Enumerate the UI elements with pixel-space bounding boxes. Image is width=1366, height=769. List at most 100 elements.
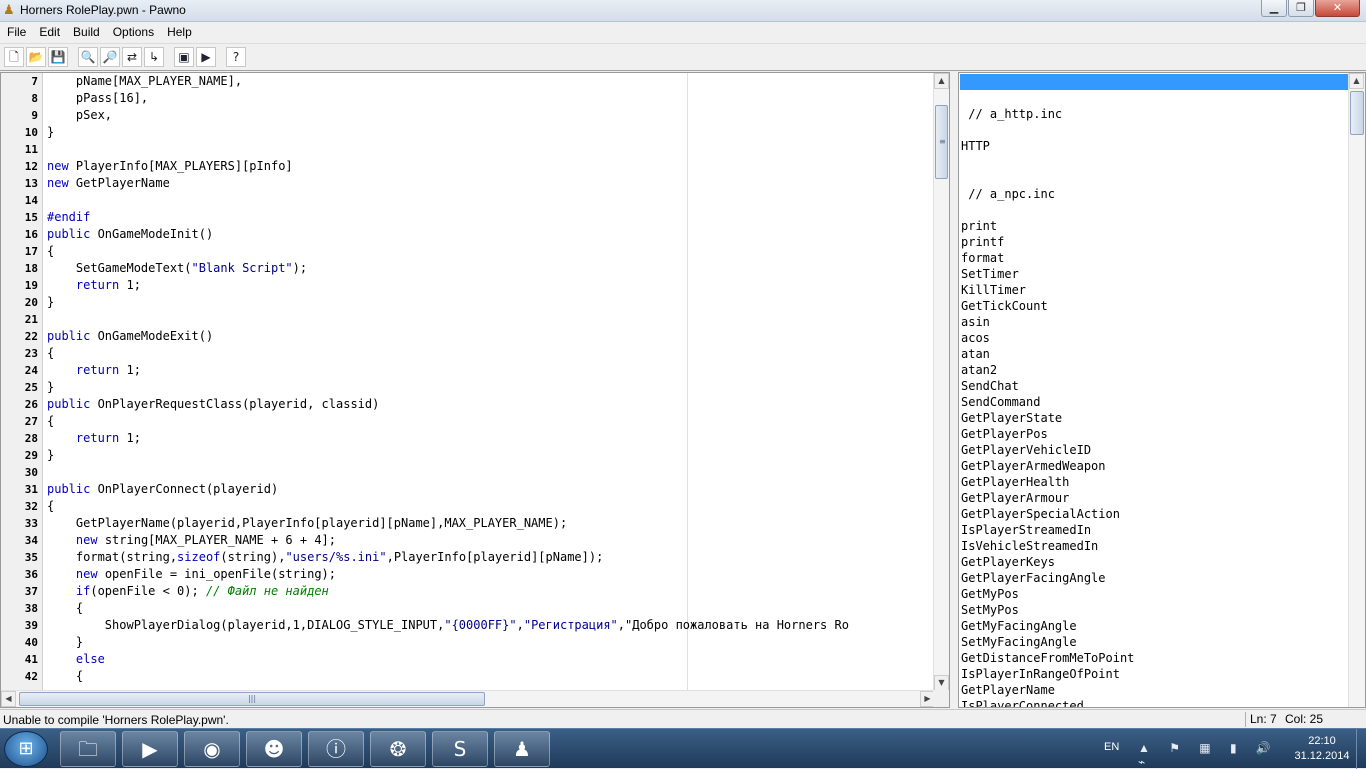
function-list-item[interactable]: GetPlayerSpecialAction [959, 506, 1349, 522]
code-line[interactable]: new GetPlayerName [44, 175, 934, 192]
function-list-item[interactable]: GetPlayerPos [959, 426, 1349, 442]
code-line[interactable]: return 1; [44, 277, 934, 294]
code-line[interactable]: ShowPlayerDialog(playerid,1,DIALOG_STYLE… [44, 617, 934, 634]
function-list-item[interactable]: IsPlayerStreamedIn [959, 522, 1349, 538]
chrome-icon[interactable]: ◉ [184, 731, 240, 767]
editor-vertical-thumb[interactable]: ≡ [935, 105, 948, 179]
goto-line-icon[interactable]: ↳ [144, 47, 164, 67]
code-line[interactable]: public OnPlayerConnect(playerid) [44, 481, 934, 498]
function-list-item[interactable]: GetMyPos [959, 586, 1349, 602]
function-list-item[interactable]: SetMyFacingAngle [959, 634, 1349, 650]
save-icon[interactable]: 💾 [48, 47, 68, 67]
editor-horizontal-scrollbar[interactable]: ◀ ||| ▶ [1, 690, 935, 707]
function-list-item[interactable]: // a_npc.inc [959, 186, 1349, 202]
function-list-item[interactable]: SetMyPos [959, 602, 1349, 618]
code-line[interactable]: public OnPlayerRequestClass(playerid, cl… [44, 396, 934, 413]
function-list-item[interactable] [959, 170, 1349, 186]
language-indicator[interactable]: EN [1104, 741, 1119, 753]
function-list-item[interactable]: // a_http.inc [959, 106, 1349, 122]
menu-options[interactable]: Options [106, 22, 160, 42]
code-line[interactable]: pSex, [44, 107, 934, 124]
function-list-item[interactable]: IsVehicleStreamedIn [959, 538, 1349, 554]
function-list-thumb[interactable] [1350, 91, 1364, 135]
code-line[interactable]: } [44, 124, 934, 141]
code-line[interactable]: new openFile = ini_openFile(string); [44, 566, 934, 583]
code-line[interactable]: { [44, 243, 934, 260]
code-line[interactable]: new string[MAX_PLAYER_NAME + 6 + 4]; [44, 532, 934, 549]
scroll-down-icon[interactable]: ▼ [934, 675, 949, 691]
function-list-item[interactable]: printf [959, 234, 1349, 250]
function-list-item[interactable]: IsPlayerConnected [959, 698, 1349, 707]
code-line[interactable]: SetGameModeText("Blank Script"); [44, 260, 934, 277]
code-line[interactable]: public OnGameModeExit() [44, 328, 934, 345]
network-app-icon[interactable]: ❂ [370, 731, 426, 767]
show-desktop-button[interactable] [1356, 729, 1366, 769]
function-list-item[interactable] [959, 202, 1349, 218]
info-app-icon[interactable]: ⓘ [308, 731, 364, 767]
function-list-scrollbar[interactable]: ▲ [1348, 73, 1365, 707]
function-list-item[interactable]: HTTP [959, 138, 1349, 154]
run-icon[interactable]: ▶ [196, 47, 216, 67]
function-scroll-up-icon[interactable]: ▲ [1349, 73, 1364, 89]
maximize-button[interactable]: ❐ [1288, 0, 1314, 17]
code-line[interactable]: pPass[16], [44, 90, 934, 107]
close-button[interactable]: ✕ [1315, 0, 1360, 17]
code-line[interactable]: new PlayerInfo[MAX_PLAYERS][pInfo] [44, 158, 934, 175]
function-list-item[interactable] [959, 154, 1349, 170]
function-list[interactable]: // a_http.inc HTTP // a_npc.incprint print… [959, 90, 1349, 707]
editor-vertical-scrollbar[interactable]: ▲ ≡ ▼ [933, 73, 949, 691]
code-line[interactable]: if(openFile < 0); // Файл не найден [44, 583, 934, 600]
function-list-item[interactable]: print [959, 218, 1349, 234]
function-list-item[interactable]: KillTimer [959, 282, 1349, 298]
function-list-item[interactable]: GetPlayerArmour [959, 490, 1349, 506]
media-player-icon[interactable]: ▶ [122, 731, 178, 767]
scroll-left-icon[interactable]: ◀ [1, 691, 16, 707]
code-line[interactable]: format(string,sizeof(string),"users/%s.i… [44, 549, 934, 566]
function-list-item[interactable]: SetTimer [959, 266, 1349, 282]
tray-icons[interactable]: ▲ ⚑ ▦ ▮ 🔊 ⌁ [1138, 741, 1288, 769]
code-line[interactable] [44, 192, 934, 209]
function-list-item[interactable]: GetPlayerKeys [959, 554, 1349, 570]
function-list-item[interactable]: atan2 [959, 362, 1349, 378]
code-line[interactable]: } [44, 379, 934, 396]
code-line[interactable]: { [44, 600, 934, 617]
code-line[interactable] [44, 311, 934, 328]
code-line[interactable]: } [44, 447, 934, 464]
clock[interactable]: 22:10 31.12.2014 [1284, 734, 1360, 764]
new-file-icon[interactable]: 🗋 [4, 47, 24, 67]
function-list-item[interactable]: GetTickCount [959, 298, 1349, 314]
code-line[interactable]: return 1; [44, 430, 934, 447]
function-list-item[interactable]: GetMyFacingAngle [959, 618, 1349, 634]
function-list-item[interactable]: GetPlayerVehicleID [959, 442, 1349, 458]
function-list-item[interactable]: atan [959, 346, 1349, 362]
code-line[interactable]: return 1; [44, 362, 934, 379]
skype-icon[interactable]: S [432, 731, 488, 767]
gta-sa-icon[interactable]: ☻ [246, 731, 302, 767]
function-list-item[interactable]: format [959, 250, 1349, 266]
code-line[interactable]: { [44, 498, 934, 515]
function-list-item[interactable]: GetPlayerHealth [959, 474, 1349, 490]
code-line[interactable]: GetPlayerName(playerid,PlayerInfo[player… [44, 515, 934, 532]
code-line[interactable]: else [44, 651, 934, 668]
code-line[interactable]: { [44, 413, 934, 430]
menu-help[interactable]: Help [160, 22, 198, 42]
code-line[interactable]: } [44, 634, 934, 651]
pawno-icon[interactable]: ♟ [494, 731, 550, 767]
function-list-item[interactable]: IsPlayerInRangeOfPoint [959, 666, 1349, 682]
function-list-item[interactable]: SendCommand [959, 394, 1349, 410]
menu-edit[interactable]: Edit [32, 22, 66, 42]
function-list-item[interactable]: SendChat [959, 378, 1349, 394]
minimize-button[interactable]: ▁ [1261, 0, 1287, 17]
code-line[interactable]: #endif [44, 209, 934, 226]
code-line[interactable]: pName[MAX_PLAYER_NAME], [44, 73, 934, 90]
pane-splitter[interactable] [950, 72, 958, 708]
windows-start-icon[interactable]: ⊞ [4, 731, 48, 767]
function-list-item[interactable]: asin [959, 314, 1349, 330]
code-line[interactable] [44, 464, 934, 481]
function-list-item[interactable]: GetDistanceFromMeToPoint [959, 650, 1349, 666]
compile-icon[interactable]: ▣ [174, 47, 194, 67]
menu-build[interactable]: Build [66, 22, 106, 42]
function-list-item[interactable]: acos [959, 330, 1349, 346]
editor-horizontal-thumb[interactable]: ||| [19, 692, 485, 706]
replace-icon[interactable]: ⇄ [122, 47, 142, 67]
